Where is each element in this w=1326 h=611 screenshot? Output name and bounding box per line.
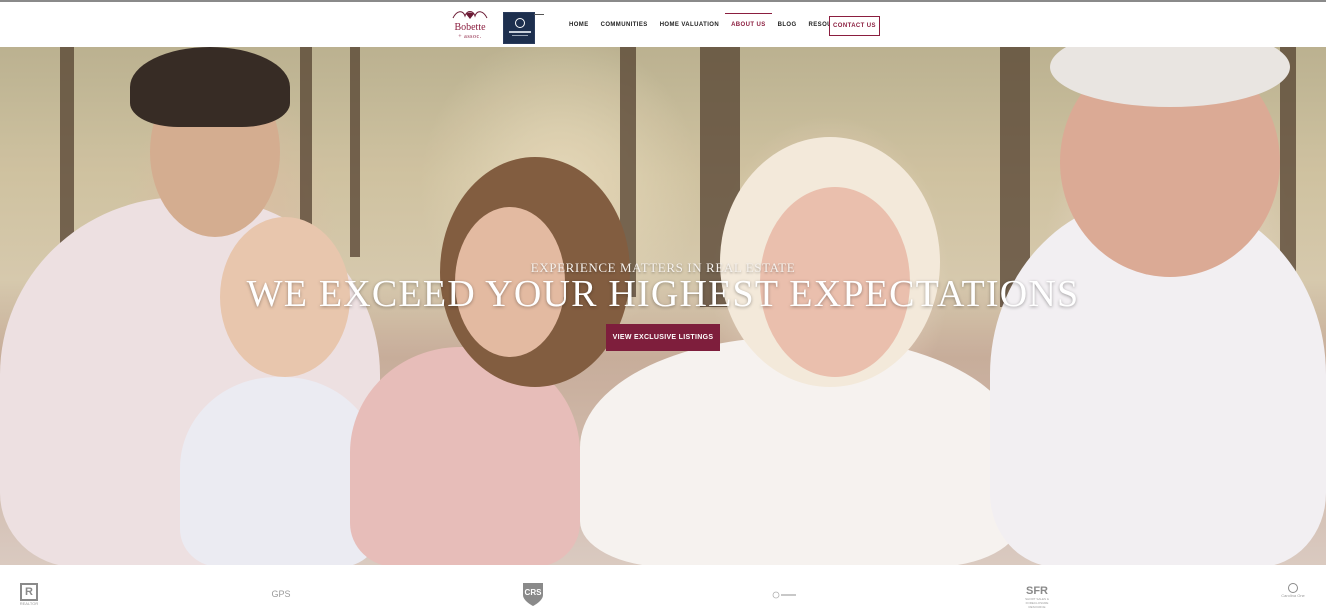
seal-logo[interactable] xyxy=(772,591,798,601)
realtor-logo[interactable]: R REALTOR xyxy=(18,583,40,606)
crs-shield-icon: CRS xyxy=(523,583,543,606)
main-nav: HOME COMMUNITIES HOME VALUATION ABOUT US… xyxy=(563,2,856,47)
sfr-logo[interactable]: SFR SHORT SALES & FORECLOSURE RESOURCE xyxy=(1022,585,1052,609)
hero-headline: WE EXCEED YOUR HIGHEST EXPECTATIONS xyxy=(246,273,1080,315)
site-header: Bobette + assoc. HOME COMMUNITIES HOME V… xyxy=(0,2,1326,47)
view-listings-button[interactable]: VIEW EXCLUSIVE LISTINGS xyxy=(606,324,720,351)
nav-home[interactable]: HOME xyxy=(569,22,589,28)
coldwell-footer-logo[interactable]: Carolina One xyxy=(1274,583,1312,598)
flourish-icon xyxy=(452,11,488,19)
nav-about-us[interactable]: ABOUT US xyxy=(725,12,772,28)
logo-name: Bobette xyxy=(454,22,486,33)
realtor-label: REALTOR xyxy=(19,601,39,606)
coldwell-ring-icon xyxy=(515,18,525,28)
affiliation-logos: R REALTOR GPS CRS SFR SHORT SALES & FORE… xyxy=(0,565,1326,611)
realtor-icon: R xyxy=(20,583,38,601)
nav-blog[interactable]: BLOG xyxy=(778,22,797,28)
coldwell-logo[interactable] xyxy=(503,12,544,44)
contact-us-button[interactable]: CONTACT US xyxy=(829,16,880,36)
crs-logo[interactable]: CRS xyxy=(520,581,546,609)
bobette-logo[interactable]: Bobette + assoc. xyxy=(447,8,493,44)
hero-section: EXPERIENCE MATTERS IN REAL ESTATE WE EXC… xyxy=(0,47,1326,565)
gps-logo[interactable]: GPS xyxy=(266,589,296,599)
seal-icon xyxy=(772,591,796,599)
coldwell-ring-icon xyxy=(1288,583,1298,593)
nav-home-valuation[interactable]: HOME VALUATION xyxy=(660,22,719,28)
logo-subtitle: + assoc. xyxy=(458,34,482,40)
svg-text:CRS: CRS xyxy=(525,588,543,597)
nav-communities[interactable]: COMMUNITIES xyxy=(601,22,648,28)
